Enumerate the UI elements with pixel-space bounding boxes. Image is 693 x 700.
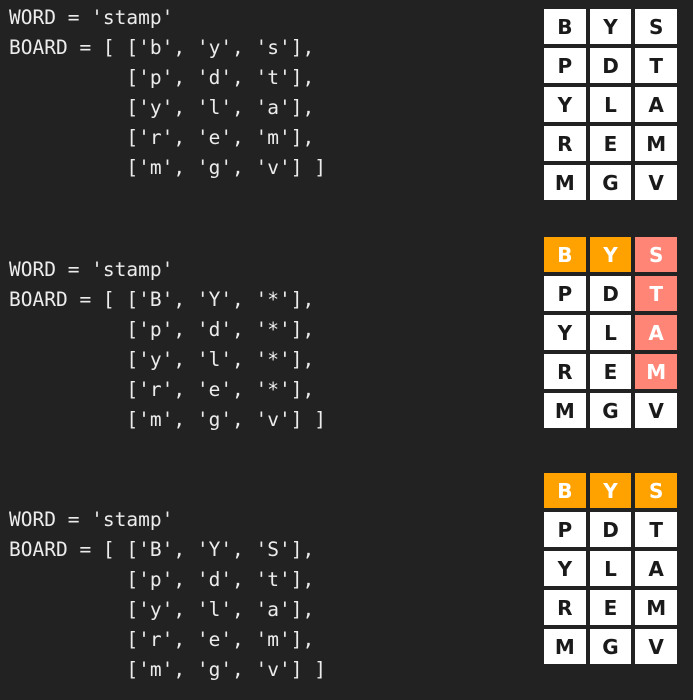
grid-cell: A	[635, 87, 677, 122]
code-line: ['m', 'g', 'v'] ]	[9, 408, 326, 431]
grid-cell: L	[589, 87, 632, 122]
grid-cell: E	[589, 590, 632, 625]
grid-cell: Y	[589, 9, 632, 44]
grid-cell: D	[589, 276, 632, 311]
code-line: ['m', 'g', 'v'] ]	[9, 658, 326, 681]
grid-cell: E	[589, 354, 632, 389]
grid-cell: T	[635, 276, 677, 311]
grid-cell: G	[589, 165, 632, 200]
grid-cell: V	[635, 629, 677, 664]
grid-cell: R	[544, 354, 586, 389]
grid-cell: D	[589, 48, 632, 83]
grid-cell: V	[635, 165, 677, 200]
grid-cell: B	[544, 9, 586, 44]
code-block-3: WORD = 'stamp' BOARD = [ ['B', 'Y', 'S']…	[9, 505, 326, 685]
grid-cell: M	[544, 393, 586, 428]
grid-cell: R	[544, 126, 586, 161]
code-line: BOARD = [ ['B', 'Y', 'S'],	[9, 538, 315, 561]
code-line: ['p', 'd', '*'],	[9, 318, 315, 341]
grid-cell: T	[635, 48, 677, 83]
code-block-1: WORD = 'stamp' BOARD = [ ['b', 'y', 's']…	[9, 3, 326, 183]
code-line: ['y', 'l', 'a'],	[9, 598, 315, 621]
code-line: ['p', 'd', 't'],	[9, 66, 315, 89]
grid-cell: P	[544, 512, 586, 547]
grid-cell: S	[635, 237, 677, 272]
grid-cell: B	[544, 237, 586, 272]
code-line: WORD = 'stamp'	[9, 6, 174, 29]
code-line: ['r', 'e', 'm'],	[9, 126, 315, 149]
code-line: ['p', 'd', 't'],	[9, 568, 315, 591]
grid-cell: Y	[589, 473, 632, 508]
grid-cell: M	[544, 165, 586, 200]
letter-grid-1: B Y S P D T Y L A R E M M G V	[544, 9, 677, 200]
grid-cell: Y	[544, 315, 586, 350]
code-block-2: WORD = 'stamp' BOARD = [ ['B', 'Y', '*']…	[9, 255, 326, 435]
grid-cell: M	[635, 354, 677, 389]
grid-cell: Y	[544, 551, 586, 586]
code-line: ['y', 'l', 'a'],	[9, 96, 315, 119]
grid-cell: B	[544, 473, 586, 508]
grid-cell: G	[589, 393, 632, 428]
grid-cell: Y	[589, 237, 632, 272]
grid-cell: L	[589, 551, 632, 586]
grid-cell: T	[635, 512, 677, 547]
grid-cell: S	[635, 473, 677, 508]
code-line: BOARD = [ ['b', 'y', 's'],	[9, 36, 315, 59]
grid-cell: M	[635, 126, 677, 161]
grid-cell: R	[544, 590, 586, 625]
grid-cell: G	[589, 629, 632, 664]
grid-cell: P	[544, 48, 586, 83]
code-line: WORD = 'stamp'	[9, 258, 174, 281]
grid-cell: E	[589, 126, 632, 161]
code-line: ['y', 'l', '*'],	[9, 348, 315, 371]
code-line: ['r', 'e', 'm'],	[9, 628, 315, 651]
grid-cell: M	[635, 590, 677, 625]
code-line: BOARD = [ ['B', 'Y', '*'],	[9, 288, 315, 311]
grid-cell: A	[635, 551, 677, 586]
letter-grid-3: B Y S P D T Y L A R E M M G V	[544, 473, 677, 664]
code-line: ['m', 'g', 'v'] ]	[9, 156, 326, 179]
grid-cell: L	[589, 315, 632, 350]
code-line: ['r', 'e', '*'],	[9, 378, 315, 401]
grid-cell: D	[589, 512, 632, 547]
grid-cell: Y	[544, 87, 586, 122]
code-line: WORD = 'stamp'	[9, 508, 174, 531]
grid-cell: V	[635, 393, 677, 428]
grid-cell: S	[635, 9, 677, 44]
grid-cell: M	[544, 629, 586, 664]
grid-cell: A	[635, 315, 677, 350]
grid-cell: P	[544, 276, 586, 311]
letter-grid-2: B Y S P D T Y L A R E M M G V	[544, 237, 677, 428]
